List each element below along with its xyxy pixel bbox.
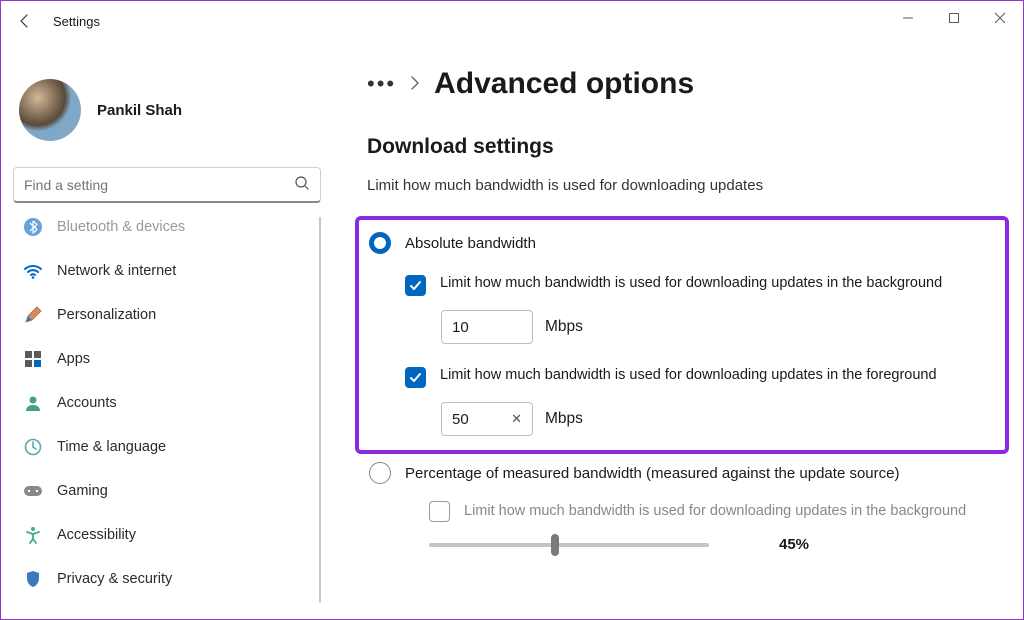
sidebar-item-label: Network & internet [57,263,176,279]
window-controls [885,1,1023,35]
sidebar-item-label: Accounts [57,395,117,411]
slider-thumb[interactable] [551,534,559,556]
main-content: ••• Advanced options Download settings L… [333,41,1023,619]
sidebar-item-label: Privacy & security [57,571,172,587]
radio-selected-icon [369,232,391,254]
accessibility-icon [23,525,43,545]
nav-list: Bluetooth & devices Network & internet P… [13,217,321,603]
sidebar-item-label: Personalization [57,307,156,323]
checkbox-checked-icon [405,367,426,388]
checkbox-label: Limit how much bandwidth is used for dow… [464,503,966,519]
input-value: 10 [452,319,469,336]
sidebar-item-label: Apps [57,351,90,367]
sidebar-item-label: Accessibility [57,527,136,543]
unit-label: Mbps [545,318,583,336]
radio-percentage-bandwidth[interactable]: Percentage of measured bandwidth (measur… [369,462,1003,484]
checkbox-foreground-limit[interactable]: Limit how much bandwidth is used for dow… [405,366,997,388]
page-title: Advanced options [434,67,694,101]
sidebar-item-label: Gaming [57,483,108,499]
sidebar-item-privacy[interactable]: Privacy & security [13,559,315,599]
profile-block[interactable]: Pankil Shah [13,53,321,167]
maximize-button[interactable] [931,1,977,35]
percentage-value: 45% [779,536,809,553]
avatar [19,79,81,141]
sidebar: Pankil Shah Bluetooth & devices Network … [1,41,333,619]
chevron-right-icon [410,76,420,93]
sidebar-item-personalization[interactable]: Personalization [13,295,315,335]
wifi-icon [23,261,43,281]
shield-icon [23,569,43,589]
sidebar-item-label: Bluetooth & devices [57,219,185,235]
sidebar-item-apps[interactable]: Apps [13,339,315,379]
radio-unselected-icon [369,462,391,484]
unit-label: Mbps [545,410,583,428]
sidebar-item-gaming[interactable]: Gaming [13,471,315,511]
search-icon [294,175,310,194]
gamepad-icon [23,481,43,501]
apps-icon [23,349,43,369]
sidebar-item-time[interactable]: Time & language [13,427,315,467]
sidebar-item-label: Time & language [57,439,166,455]
app-title: Settings [53,14,100,29]
input-value: 50 [452,411,469,428]
radio-absolute-bandwidth[interactable]: Absolute bandwidth [369,232,997,254]
radio-label: Absolute bandwidth [405,235,536,252]
background-bandwidth-input[interactable]: 10 [441,310,533,344]
sidebar-item-bluetooth[interactable]: Bluetooth & devices [13,217,315,247]
sidebar-item-accessibility[interactable]: Accessibility [13,515,315,555]
highlight-annotation: Absolute bandwidth Limit how much bandwi… [355,216,1009,454]
clock-globe-icon [23,437,43,457]
checkbox-background-limit[interactable]: Limit how much bandwidth is used for dow… [405,274,997,296]
checkbox-percentage-background: Limit how much bandwidth is used for dow… [429,500,1003,522]
section-subtitle: Limit how much bandwidth is used for dow… [367,177,1003,194]
sidebar-item-accounts[interactable]: Accounts [13,383,315,423]
profile-name: Pankil Shah [97,102,182,119]
radio-label: Percentage of measured bandwidth (measur… [405,465,899,482]
percentage-slider[interactable] [429,543,709,547]
person-icon [23,393,43,413]
minimize-button[interactable] [885,1,931,35]
search-input[interactable] [24,177,294,193]
sidebar-item-network[interactable]: Network & internet [13,251,315,291]
paintbrush-icon [23,305,43,325]
breadcrumb-ellipsis[interactable]: ••• [367,73,396,95]
checkbox-label: Limit how much bandwidth is used for dow… [440,366,997,386]
foreground-bandwidth-input[interactable]: 50 ✕ [441,402,533,436]
checkbox-label: Limit how much bandwidth is used for dow… [440,274,997,294]
search-box[interactable] [13,167,321,203]
back-button[interactable] [15,11,35,31]
bluetooth-icon [23,217,43,237]
breadcrumb: ••• Advanced options [367,67,1003,101]
checkbox-unchecked-icon [429,501,450,522]
checkbox-checked-icon [405,275,426,296]
title-bar: Settings [1,1,1023,41]
section-title: Download settings [367,135,1003,159]
clear-input-icon[interactable]: ✕ [511,411,522,427]
close-button[interactable] [977,1,1023,35]
